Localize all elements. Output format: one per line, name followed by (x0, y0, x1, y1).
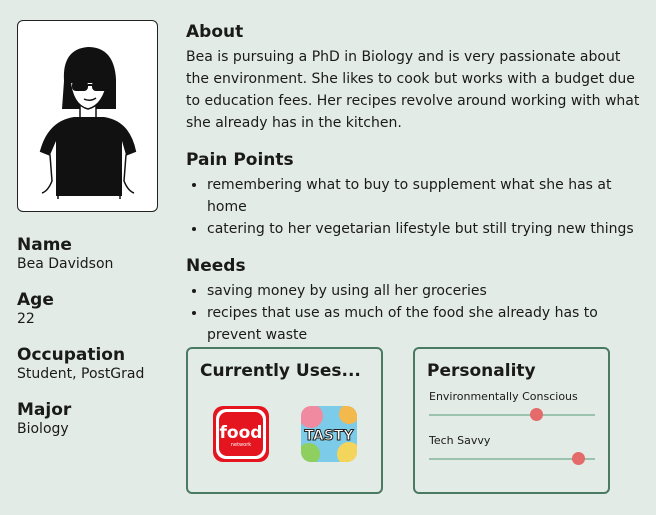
trait-slider-environmentally-conscious (429, 408, 595, 421)
list-item: recipes that use as much of the food she… (207, 302, 646, 346)
name-value: Bea Davidson (17, 256, 114, 272)
pain-points-title: Pain Points (186, 150, 294, 170)
currently-uses-card: Currently Uses... food network TASTY (186, 347, 383, 494)
about-text: Bea is pursuing a PhD in Biology and is … (186, 49, 640, 131)
food-network-subword: network (231, 442, 251, 448)
food-network-wordmark: food (220, 423, 263, 443)
tasty-wordmark: TASTY (304, 428, 354, 444)
age-label: Age (17, 290, 54, 310)
avatar (17, 20, 158, 212)
about-title: About (186, 22, 244, 42)
persona-content: About Bea is pursuing a PhD in Biology a… (186, 22, 646, 362)
occupation-value: Student, PostGrad (17, 366, 145, 382)
major-label: Major (17, 400, 72, 420)
pain-points-list: remembering what to buy to supplement wh… (186, 174, 646, 240)
needs-list: saving money by using all her groceries … (186, 280, 646, 346)
currently-uses-title: Currently Uses... (200, 361, 361, 381)
list-item: remembering what to buy to supplement wh… (207, 174, 646, 218)
pain-points-section: Pain Points remembering what to buy to s… (186, 150, 646, 240)
slider-thumb (530, 408, 544, 421)
needs-section: Needs saving money by using all her groc… (186, 256, 646, 346)
list-item: catering to her vegetarian lifestyle but… (207, 218, 646, 240)
trait-label-environmentally-conscious: Environmentally Conscious (429, 390, 578, 403)
major-value: Biology (17, 421, 69, 437)
slider-thumb (571, 452, 585, 465)
name-label: Name (17, 235, 72, 255)
personality-card: Personality Environmentally Conscious Te… (413, 347, 610, 494)
trait-label-tech-savvy: Tech Savvy (429, 434, 491, 447)
profile-details: Name Bea Davidson Age 22 Occupation Stud… (17, 235, 177, 455)
tasty-icon: TASTY (301, 406, 357, 462)
occupation-label: Occupation (17, 345, 126, 365)
needs-title: Needs (186, 256, 246, 276)
persona-illustration (39, 47, 137, 199)
trait-slider-tech-savvy (429, 452, 595, 465)
age-value: 22 (17, 311, 35, 327)
about-section: About Bea is pursuing a PhD in Biology a… (186, 22, 646, 134)
food-network-icon: food network (213, 406, 269, 462)
personality-title: Personality (427, 361, 536, 381)
list-item: saving money by using all her groceries (207, 280, 646, 302)
